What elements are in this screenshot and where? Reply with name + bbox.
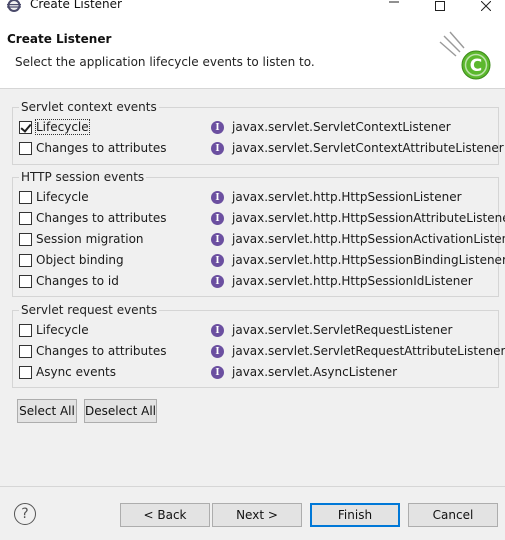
checkbox-label: Object binding [36,253,124,267]
interface-icon: I [211,324,224,337]
interface-name: javax.servlet.http.HttpSessionAttributeL… [232,211,505,225]
checkbox-label: Session migration [36,232,144,246]
checkbox-async-events[interactable] [19,366,32,379]
interface-icon: I [211,191,224,204]
interface-name: javax.servlet.http.HttpSessionIdListener [232,274,473,288]
wizard-banner-icon: C [434,30,494,82]
interface-icon: I [211,233,224,246]
page-description: Select the application lifecycle events … [15,55,315,69]
help-icon[interactable]: ? [14,503,36,525]
interface-icon: I [211,345,224,358]
title-bar: Create Listener [0,0,505,14]
interface-name: javax.servlet.ServletContextAttributeLis… [232,141,504,155]
window-title: Create Listener [30,0,122,11]
interface-name: javax.servlet.http.HttpSessionBindingLis… [232,253,505,267]
checkbox-request-lifecycle[interactable] [19,324,32,337]
checkbox-label: Async events [36,365,117,379]
back-button[interactable]: < Back [120,503,210,527]
interface-name: javax.servlet.http.HttpSessionActivation… [232,232,505,246]
checkbox-session-id[interactable] [19,275,32,288]
close-icon [481,0,491,11]
interface-icon: I [211,254,224,267]
interface-icon: I [211,366,224,379]
cancel-button[interactable]: Cancel [408,503,498,527]
group-label-servlet-request: Servlet request events [19,303,160,317]
checkbox-label: Changes to attributes [36,211,167,225]
group-servlet-context: Servlet context events Lifecycle I javax… [12,100,504,165]
interface-name: javax.servlet.ServletRequestAttributeLis… [232,344,505,358]
group-http-session: HTTP session events Lifecycle I javax.se… [12,170,505,297]
checkbox-session-attributes[interactable] [19,212,32,225]
checkbox-row-session-lifecycle[interactable]: Lifecycle I javax.servlet.http.HttpSessi… [19,189,489,207]
interface-icon: I [211,275,224,288]
wizard-header: Create Listener Select the application l… [0,14,505,89]
checkbox-row-session-id[interactable]: Changes to id I javax.servlet.http.HttpS… [19,273,489,291]
checkbox-label: Lifecycle [36,323,89,337]
checkbox-row-session-migration[interactable]: Session migration I javax.servlet.http.H… [19,231,505,249]
minimize-icon [389,1,399,11]
deselect-all-button[interactable]: Deselect All [84,399,157,423]
checkbox-row-session-attributes[interactable]: Changes to attributes I javax.servlet.ht… [19,210,505,228]
interface-icon: I [211,142,224,155]
interface-name: javax.servlet.http.HttpSessionListener [232,190,462,204]
checkbox-row-context-lifecycle[interactable]: Lifecycle I javax.servlet.ServletContext… [19,119,489,137]
finish-button[interactable]: Finish [310,503,400,527]
checkbox-session-lifecycle[interactable] [19,191,32,204]
maximize-icon [435,0,445,11]
checkbox-row-request-lifecycle[interactable]: Lifecycle I javax.servlet.ServletRequest… [19,322,489,340]
checkbox-session-migration[interactable] [19,233,32,246]
interface-name: javax.servlet.ServletContextListener [232,120,451,134]
checkbox-label: Lifecycle [35,119,90,135]
checkbox-context-lifecycle[interactable] [19,121,32,134]
checkbox-request-attributes[interactable] [19,345,32,358]
interface-name: javax.servlet.AsyncListener [232,365,398,379]
checkbox-row-async-events[interactable]: Async events I javax.servlet.AsyncListen… [19,364,489,382]
banner-letter: C [470,56,482,76]
group-label-http-session: HTTP session events [19,170,147,184]
maximize-button[interactable] [417,0,463,14]
checkbox-row-request-attributes[interactable]: Changes to attributes I javax.servlet.Se… [19,343,505,361]
eclipse-app-icon [6,0,22,13]
footer-separator [0,486,505,487]
checkbox-label: Changes to attributes [36,141,167,155]
page-title: Create Listener [7,32,112,46]
checkbox-object-binding[interactable] [19,254,32,267]
select-all-button[interactable]: Select All [17,399,77,423]
interface-icon: I [211,121,224,134]
next-button[interactable]: Next > [212,503,302,527]
checkbox-label: Changes to attributes [36,344,167,358]
group-servlet-request: Servlet request events Lifecycle I javax… [12,303,505,388]
checkbox-label: Changes to id [36,274,119,288]
interface-icon: I [211,212,224,225]
close-button[interactable] [463,0,505,14]
checkbox-context-attributes[interactable] [19,142,32,155]
checkbox-row-context-attributes[interactable]: Changes to attributes I javax.servlet.Se… [19,140,504,158]
minimize-button[interactable] [371,0,417,14]
checkbox-label: Lifecycle [36,190,89,204]
interface-name: javax.servlet.ServletRequestListener [232,323,453,337]
group-label-servlet-context: Servlet context events [19,100,159,114]
checkbox-row-object-binding[interactable]: Object binding I javax.servlet.http.Http… [19,252,505,270]
